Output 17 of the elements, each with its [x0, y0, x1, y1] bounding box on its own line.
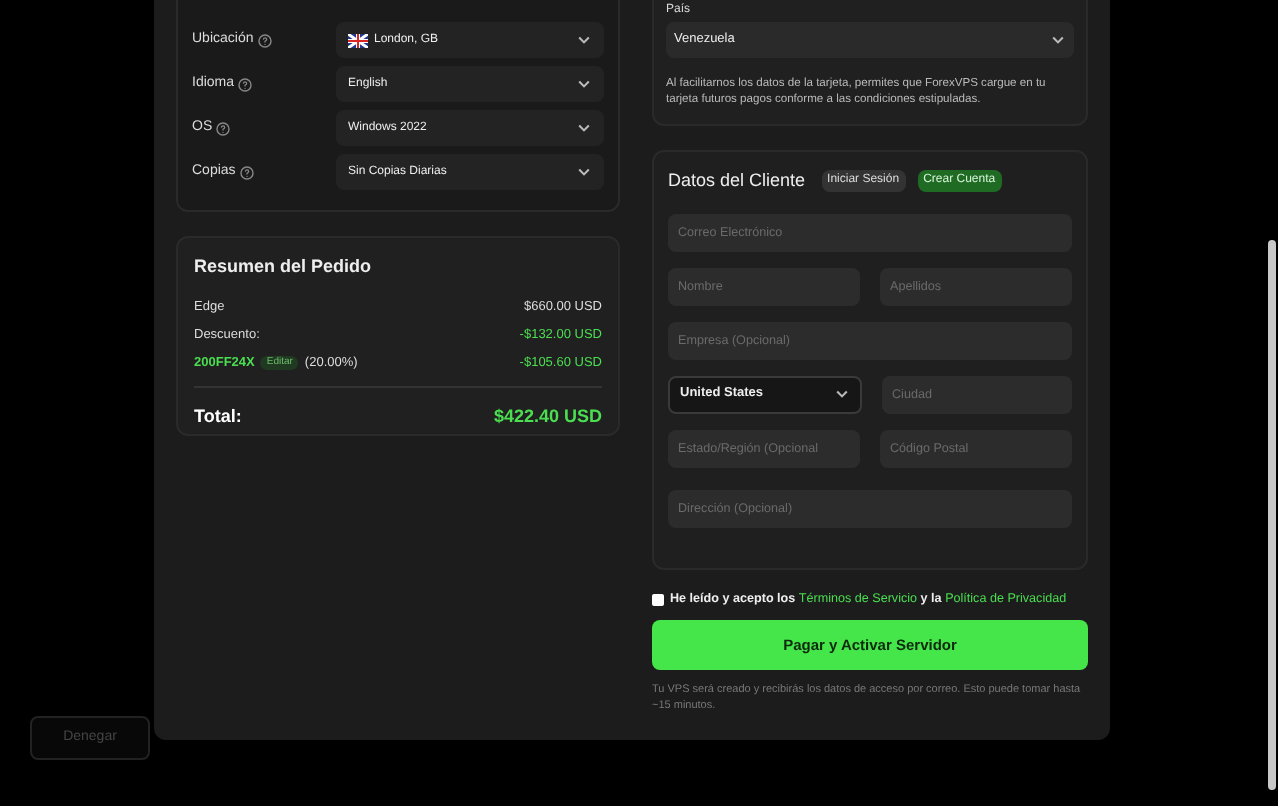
- total-amount: $422.40 USD: [493, 403, 602, 429]
- help-icon: [257, 33, 272, 47]
- customer-title: Datos del Cliente: [668, 168, 806, 194]
- chevron-down-icon: [834, 386, 850, 402]
- help-icon: [238, 77, 253, 91]
- help-icon: [216, 121, 231, 135]
- help-icon: [239, 165, 254, 179]
- flag-icon: [348, 33, 368, 47]
- total-label: Total:: [194, 403, 242, 429]
- chevron-down-icon: [576, 76, 592, 92]
- scrollbar[interactable]: [1268, 240, 1276, 790]
- terms-checkbox[interactable]: [652, 593, 664, 606]
- chevron-down-icon: [576, 32, 592, 48]
- chevron-down-icon: [576, 164, 592, 180]
- chevron-down-icon: [576, 120, 592, 136]
- summary-title: Resumen del Pedido: [194, 254, 374, 280]
- chevron-down-icon: [1050, 32, 1066, 48]
